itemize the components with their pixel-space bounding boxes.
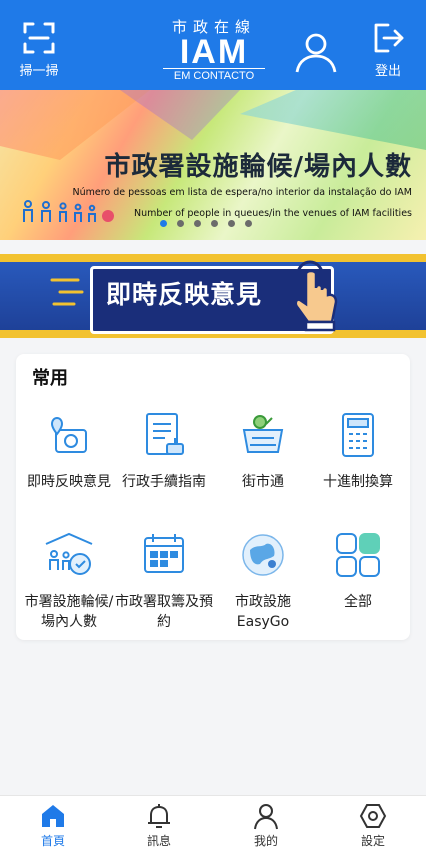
people-queue-icon <box>23 200 114 222</box>
banner-stripe <box>0 254 426 262</box>
carousel-dot[interactable] <box>245 220 252 227</box>
tab-label: 我的 <box>253 834 278 848</box>
logout-button[interactable]: 登出 <box>360 20 416 79</box>
motion-lines-icon <box>50 278 84 306</box>
section-title: 常用 <box>32 368 68 389</box>
calculator-icon <box>342 413 374 457</box>
banner-title: 市政署設施輪候/場內人數 <box>104 152 412 182</box>
tab-home[interactable]: 首頁 <box>18 802 88 849</box>
carousel-dot[interactable] <box>177 220 184 227</box>
tab-settings[interactable]: 設定 <box>338 802 408 849</box>
carousel-indicator[interactable] <box>160 220 252 227</box>
tab-mine[interactable]: 我的 <box>231 802 301 849</box>
tile-label: 市政署取籌及預約 <box>115 594 213 630</box>
banner-subtitle-en: Number of people in queues/in the venues… <box>134 208 412 219</box>
tab-messages[interactable]: 訊息 <box>124 802 194 849</box>
all-grid-icon <box>336 533 380 577</box>
tile-label: 市署設施輪候/場內人數 <box>24 594 114 630</box>
tab-label: 訊息 <box>146 834 171 848</box>
tile-market[interactable]: 街市通 <box>213 410 313 492</box>
carousel-dot[interactable] <box>194 220 201 227</box>
calendar-icon <box>144 534 184 573</box>
scan-label: 掃一掃 <box>19 64 59 79</box>
scan-button[interactable]: 掃一掃 <box>11 20 67 79</box>
logo-iam-text: IAM <box>179 33 249 71</box>
tile-all[interactable]: 全部 <box>308 530 408 612</box>
bell-icon <box>148 804 170 828</box>
tile-facility-queue[interactable]: 市署設施輪候/場內人數 <box>19 530 119 632</box>
pointing-hand-icon <box>294 260 338 332</box>
queue-people-icon <box>45 532 93 575</box>
tile-admin-guide[interactable]: 行政手續指南 <box>114 410 214 492</box>
tile-instant-feedback[interactable]: 即時反映意見 <box>19 410 119 492</box>
instant-feedback-banner[interactable]: 即時反映意見 <box>0 254 426 338</box>
easygo-globe-icon <box>242 534 284 576</box>
tile-label: 全部 <box>344 594 372 610</box>
bottom-tab-bar: 首頁 訊息 我的 設定 <box>0 795 426 853</box>
tile-label: 街市通 <box>242 474 284 490</box>
tile-easygo[interactable]: 市政設施EasyGo <box>213 530 313 632</box>
banner-decoration <box>120 90 240 140</box>
tile-label: 行政手續指南 <box>122 474 206 490</box>
tab-label: 首頁 <box>40 834 65 848</box>
logout-label: 登出 <box>374 64 401 79</box>
logout-icon <box>374 23 404 53</box>
feedback-label: 即時反映意見 <box>106 280 263 309</box>
tile-label: 市政設施EasyGo <box>235 594 291 630</box>
person-icon <box>254 804 278 830</box>
tab-label: 設定 <box>360 834 385 848</box>
banner-decoration <box>240 90 426 150</box>
document-stamp-icon <box>146 413 184 455</box>
settings-icon <box>359 804 387 828</box>
logo-sub-text: EM CONTACTO <box>163 68 265 83</box>
user-avatar-icon <box>295 33 337 73</box>
tile-decimal-conversion[interactable]: 十進制換算 <box>308 410 408 492</box>
scan-icon <box>23 22 55 54</box>
common-functions-card: 常用 即時反映意見 行政手續指南 街市通 十進制換算 市署設施輪候/場內人數 市… <box>16 354 410 640</box>
profile-button[interactable] <box>294 30 338 78</box>
carousel-dot[interactable] <box>211 220 218 227</box>
iam-logo: 市政在線 IAM EM CONTACTO <box>163 18 265 84</box>
tile-ticket-booking[interactable]: 市政署取籌及預約 <box>114 530 214 632</box>
camera-location-icon <box>50 417 87 453</box>
carousel-dot[interactable] <box>160 220 167 227</box>
tile-label: 即時反映意見 <box>27 474 111 490</box>
tile-label: 十進制換算 <box>323 474 393 490</box>
market-basket-icon <box>242 415 284 453</box>
app-header: 掃一掃 市政在線 IAM EM CONTACTO 登出 <box>0 0 426 90</box>
home-icon <box>42 805 64 827</box>
facility-queue-banner[interactable]: 市政署設施輪候/場內人數 Número de pessoas em lista … <box>0 90 426 240</box>
banner-subtitle-pt: Número de pessoas em lista de espera/no … <box>72 187 412 198</box>
carousel-dot[interactable] <box>228 220 235 227</box>
